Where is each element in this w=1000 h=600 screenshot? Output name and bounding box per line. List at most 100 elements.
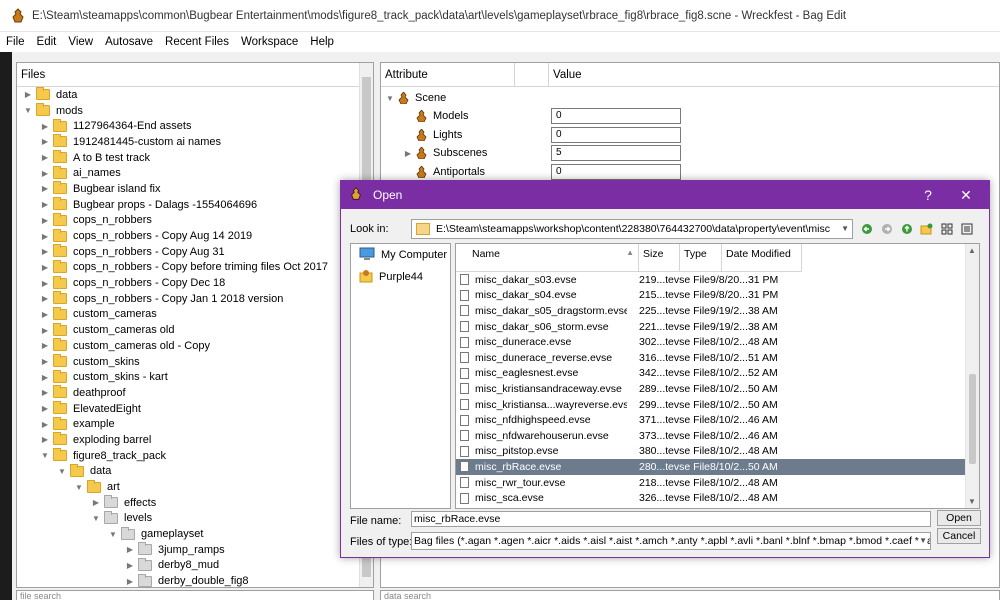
collapse-arrow-icon[interactable]: ▼ bbox=[57, 467, 67, 476]
file-row[interactable]: misc_dakar_s04.evse 215...tesevse File9/8… bbox=[456, 288, 966, 304]
expand-arrow-icon[interactable]: ▶ bbox=[40, 326, 50, 335]
file-row[interactable]: misc_rwr_tour.evse 218...tesevse File8/10… bbox=[456, 475, 966, 491]
file-row[interactable]: misc_kristiansa...wayreverse.evse 299...t… bbox=[456, 397, 966, 413]
file-list[interactable]: Name ▲ Size Type Date Modified misc_dakar… bbox=[455, 243, 980, 509]
tree-item[interactable]: ▶ custom_cameras old - Copy bbox=[17, 338, 359, 354]
open-button[interactable]: Open bbox=[937, 510, 981, 526]
tree-item[interactable]: ▶ custom_cameras old bbox=[17, 322, 359, 338]
tree-item[interactable]: ▼ mods bbox=[17, 103, 359, 119]
value-column-header[interactable]: Value bbox=[549, 63, 582, 86]
tree-item[interactable]: ▶ cops_n_robbers - Copy Dec 18 bbox=[17, 275, 359, 291]
chevron-down-icon[interactable]: ▼ bbox=[919, 533, 927, 549]
tree-item[interactable]: ▶ Bugbear island fix bbox=[17, 181, 359, 197]
detail-view-icon[interactable] bbox=[959, 220, 974, 237]
tree-item[interactable]: ▶ derby8_mud bbox=[17, 557, 359, 574]
file-search-field[interactable]: file search bbox=[16, 590, 374, 600]
expand-arrow-icon[interactable]: ▶ bbox=[125, 545, 135, 554]
expand-arrow-icon[interactable]: ▶ bbox=[40, 184, 50, 193]
back-icon[interactable] bbox=[859, 220, 874, 237]
tree-item[interactable]: ▶ data bbox=[17, 87, 359, 103]
expand-arrow-icon[interactable]: ▶ bbox=[40, 216, 50, 225]
file-tree[interactable]: ▶ data ▼ mods ▶ 1127964364-End assets ▶ 1912481… bbox=[17, 87, 359, 587]
file-row[interactable]: misc_kristiansandraceway.evse 289...tesev… bbox=[456, 381, 966, 397]
attribute-row[interactable]: Lights bbox=[403, 126, 462, 144]
tree-item[interactable]: ▼ data bbox=[17, 463, 359, 480]
tree-item[interactable]: ▶ custom_skins - kart bbox=[17, 369, 359, 385]
close-button[interactable]: ✕ bbox=[947, 181, 985, 209]
expand-arrow-icon[interactable]: ▶ bbox=[40, 169, 50, 178]
expand-arrow-icon[interactable]: ▶ bbox=[40, 279, 50, 288]
expand-arrow-icon[interactable]: ▶ bbox=[40, 341, 50, 350]
collapse-arrow-icon[interactable]: ▼ bbox=[23, 106, 33, 115]
list-view-icon[interactable] bbox=[939, 220, 954, 237]
tree-item[interactable]: ▶ custom_skins bbox=[17, 354, 359, 370]
file-list-scrollbar-thumb[interactable] bbox=[969, 374, 976, 464]
expand-arrow-icon[interactable]: ▶ bbox=[125, 561, 135, 570]
file-row[interactable]: misc_dunerace.evse 302...tesevse File8/10… bbox=[456, 334, 966, 350]
tree-item[interactable]: ▶ 1127964364-End assets bbox=[17, 118, 359, 134]
tree-item[interactable]: ▶ cops_n_robbers - Copy Aug 31 bbox=[17, 244, 359, 260]
tree-item[interactable]: ▼ figure8_track_pack bbox=[17, 448, 359, 464]
tree-item[interactable]: ▶ 3jump_ramps bbox=[17, 542, 359, 558]
file-row[interactable]: misc_dakar_s06_storm.evse 221...tesevse F… bbox=[456, 319, 966, 335]
scroll-up-icon[interactable]: ▲ bbox=[968, 246, 976, 255]
expand-arrow-icon[interactable]: ▶ bbox=[40, 404, 50, 413]
expand-arrow-icon[interactable]: ▶ bbox=[125, 577, 135, 586]
file-row[interactable]: misc_sca.evse 326...tesevse File8/10/2...… bbox=[456, 490, 966, 506]
sidebar-item-my-computer[interactable]: My Computer bbox=[351, 244, 450, 266]
type-column-header[interactable]: Type bbox=[680, 244, 722, 271]
file-row[interactable]: misc_dakar_s03.evse 219...tesevse File9/8… bbox=[456, 272, 966, 288]
tree-item[interactable]: ▼ gameplayset bbox=[17, 526, 359, 542]
attribute-value-input[interactable]: 5 bbox=[551, 145, 681, 162]
expand-arrow-icon[interactable]: ▶ bbox=[23, 90, 33, 99]
menu-workspace[interactable]: Workspace bbox=[235, 32, 304, 52]
menu-help[interactable]: Help bbox=[304, 32, 340, 52]
expand-arrow-icon[interactable]: ▶ bbox=[40, 310, 50, 319]
file-row[interactable]: misc_pitstop.evse 380...tesevse File8/10/… bbox=[456, 444, 966, 460]
expand-arrow-icon[interactable]: ▶ bbox=[40, 200, 50, 209]
expand-arrow-icon[interactable]: ▶ bbox=[40, 388, 50, 397]
collapse-arrow-icon[interactable]: ▼ bbox=[91, 514, 101, 523]
scroll-down-icon[interactable]: ▼ bbox=[968, 497, 976, 506]
file-row[interactable]: misc_nfdhighspeed.evse 371...tesevse File… bbox=[456, 412, 966, 428]
tree-item[interactable]: ▶ custom_cameras bbox=[17, 306, 359, 323]
tree-item[interactable]: ▶ A to B test track bbox=[17, 150, 359, 166]
tree-item[interactable]: ▶ Bugbear props - Dalags -1554064696 bbox=[17, 197, 359, 213]
attribute-value-input[interactable]: 0 bbox=[551, 108, 681, 124]
expand-arrow-icon[interactable]: ▶ bbox=[40, 137, 50, 146]
expand-arrow-icon[interactable]: ▶ bbox=[40, 122, 50, 131]
new-folder-icon[interactable] bbox=[919, 220, 934, 237]
name-column-header[interactable]: Name ▲ bbox=[456, 244, 639, 271]
file-list-scrollbar[interactable]: ▲ ▼ bbox=[965, 244, 979, 508]
tree-item[interactable]: ▶ cops_n_robbers - Copy Jan 1 2018 versio… bbox=[17, 291, 359, 307]
file-type-combobox[interactable]: Bag files (*.agan *.agen *.aicr *.aids *… bbox=[411, 532, 931, 550]
collapse-arrow-icon[interactable]: ▼ bbox=[108, 530, 118, 539]
expand-arrow-icon[interactable]: ▶ bbox=[40, 420, 50, 429]
size-column-header[interactable]: Size bbox=[639, 244, 680, 271]
menu-autosave[interactable]: Autosave bbox=[99, 32, 159, 52]
attribute-value-input[interactable]: 0 bbox=[551, 164, 681, 181]
tree-item[interactable]: ▶ cops_n_robbers - Copy before triming fi… bbox=[17, 259, 359, 276]
tree-item[interactable]: ▼ art bbox=[17, 479, 359, 495]
tree-item[interactable]: ▶ exploding barrel bbox=[17, 432, 359, 448]
help-button[interactable]: ? bbox=[909, 181, 947, 209]
expand-arrow-icon[interactable]: ▶ bbox=[40, 373, 50, 382]
tree-item[interactable]: ▶ ai_names bbox=[17, 165, 359, 181]
attribute-column-header[interactable]: Attribute bbox=[381, 63, 515, 86]
tree-item[interactable]: ▶ deathproof bbox=[17, 385, 359, 401]
file-row[interactable]: misc_dunerace_reverse.evse 316...tesevse … bbox=[456, 350, 966, 366]
tree-item[interactable]: ▶ derby_double_fig8 bbox=[17, 573, 359, 587]
expand-arrow-icon[interactable]: ▶ bbox=[40, 294, 50, 303]
menu-view[interactable]: View bbox=[62, 32, 99, 52]
expand-arrow-icon[interactable]: ▶ bbox=[40, 263, 50, 272]
forward-icon[interactable] bbox=[879, 220, 894, 237]
file-row[interactable]: misc_nfdwarehouserun.evse 373...tesevse F… bbox=[456, 428, 966, 444]
file-row[interactable]: misc_rbRace.evse 280...tesevse File8/10/2… bbox=[456, 459, 966, 475]
data-search-field[interactable]: data search bbox=[380, 590, 1000, 600]
expand-arrow-icon[interactable]: ▶ bbox=[40, 247, 50, 256]
attribute-value-input[interactable]: 0 bbox=[551, 126, 681, 143]
collapse-arrow-icon[interactable]: ▼ bbox=[74, 483, 84, 492]
attribute-row[interactable]: Antiportals bbox=[403, 163, 485, 181]
tree-item[interactable]: ▶ example bbox=[17, 416, 359, 432]
file-row[interactable]: misc_dakar_s05_dragstorm.evse 225...tesev… bbox=[456, 303, 966, 319]
